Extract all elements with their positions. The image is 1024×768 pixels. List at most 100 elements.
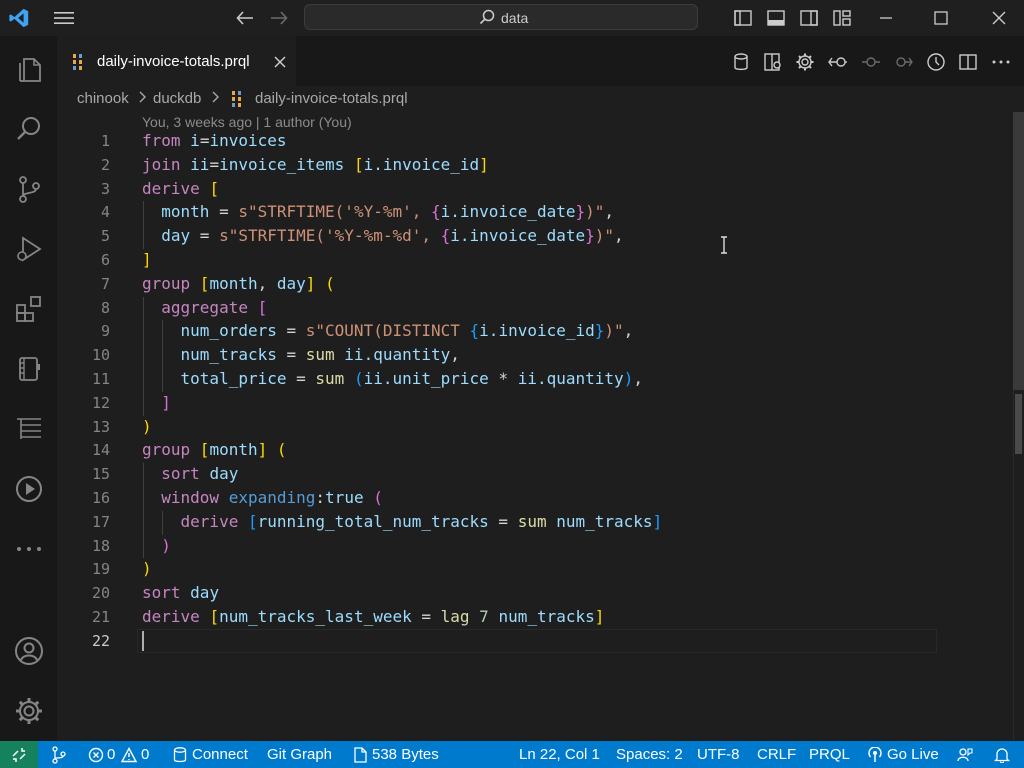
code-line[interactable]: aggregate [	[142, 298, 267, 317]
search-icon[interactable]	[0, 105, 57, 153]
error-icon[interactable]	[87, 746, 105, 764]
code-token: lag	[440, 607, 480, 626]
code-line[interactable]: total_price = sum (ii.unit_price * ii.qu…	[142, 369, 643, 388]
code-token: =	[190, 226, 220, 245]
indent-guide	[143, 201, 144, 249]
warning-icon[interactable]	[120, 746, 138, 764]
vscode-logo[interactable]	[6, 6, 32, 30]
code-token: =	[209, 155, 220, 174]
database-icon[interactable]	[730, 52, 752, 72]
breadcrumb-item-root[interactable]: chinook	[77, 90, 129, 107]
back-arrow-icon[interactable]	[234, 8, 256, 28]
encoding[interactable]: UTF-8	[697, 746, 740, 763]
maximize-icon[interactable]	[929, 7, 953, 29]
command-center-search[interactable]: data	[304, 4, 698, 30]
code-line[interactable]: derive [running_total_num_tracks = sum n…	[142, 512, 663, 531]
code-token: ii.quantity	[517, 369, 624, 388]
run-debug-icon[interactable]	[0, 225, 57, 273]
indent-guide	[143, 463, 144, 558]
line-number: 2	[100, 156, 110, 174]
code-line[interactable]: )	[142, 417, 152, 436]
previous-change-icon[interactable]	[860, 52, 882, 72]
blame-annotation[interactable]: You, 3 weeks ago | 1 author (You)	[142, 114, 352, 130]
source-graph-icon[interactable]	[49, 745, 69, 765]
toggle-secondary-sidebar-icon[interactable]	[797, 7, 821, 29]
extensions-icon[interactable]	[0, 285, 57, 333]
customize-layout-icon[interactable]	[830, 7, 854, 29]
close-tab-icon[interactable]	[272, 54, 288, 70]
code-line[interactable]: )	[142, 536, 171, 555]
code-token: *	[488, 369, 518, 388]
code-line[interactable]: )	[142, 559, 152, 578]
code-line[interactable]: group [month, day] (	[142, 274, 335, 293]
code-token: [	[209, 179, 220, 198]
play-icon[interactable]	[0, 465, 57, 513]
code-line[interactable]: ]	[142, 250, 152, 269]
next-change-icon[interactable]	[892, 52, 914, 72]
code-line[interactable]: sort day	[142, 583, 219, 602]
code-line[interactable]: derive [	[142, 179, 219, 198]
cursor-position[interactable]: Ln 22, Col 1	[519, 746, 600, 763]
scrollbar-thumb[interactable]	[1013, 112, 1024, 390]
code-editor[interactable]: You, 3 weeks ago | 1 author (You) 123456…	[57, 112, 1024, 741]
warning-count[interactable]: 0	[141, 746, 149, 763]
code-token: day	[209, 464, 239, 483]
code-token: ]	[161, 393, 171, 412]
code-line[interactable]: derive [num_tracks_last_week = lag 7 num…	[142, 607, 604, 626]
indentation[interactable]: Spaces: 2	[616, 746, 683, 763]
breadcrumb-item-file[interactable]: daily-invoice-totals.prql	[255, 90, 408, 107]
open-changes-icon[interactable]	[827, 52, 849, 72]
code-token: s"COUNT(DISTINCT	[305, 321, 470, 340]
source-control-icon[interactable]	[0, 165, 57, 213]
git-graph-button[interactable]: Git Graph	[267, 746, 332, 763]
search-icon	[477, 8, 497, 26]
code-line[interactable]: join ii=invoice_items [i.invoice_id]	[142, 155, 489, 174]
code-line[interactable]: num_orders = s"COUNT(DISTINCT {i.invoice…	[142, 321, 634, 340]
code-line[interactable]: month = s"STRFTIME('%Y-%m', {i.invoice_d…	[142, 202, 614, 221]
error-count[interactable]: 0	[107, 746, 115, 763]
split-editor-icon[interactable]	[957, 52, 979, 72]
go-live-button[interactable]: Go Live	[887, 746, 939, 763]
toggle-panel-icon[interactable]	[764, 7, 788, 29]
code-token: [	[209, 607, 220, 626]
code-line[interactable]: sort day	[142, 464, 238, 483]
connect-button[interactable]: Connect	[192, 746, 248, 763]
test-tree-icon[interactable]	[0, 405, 57, 453]
code-token: i.invoice_id	[479, 321, 595, 340]
open-preview-icon[interactable]	[762, 52, 784, 72]
close-icon[interactable]	[987, 7, 1011, 29]
code-line[interactable]: from i=invoices	[142, 131, 287, 150]
code-line[interactable]: ]	[142, 393, 171, 412]
minimize-icon[interactable]	[874, 7, 898, 29]
forward-arrow-icon[interactable]	[268, 8, 290, 28]
code-line[interactable]: num_tracks = sum ii.quantity,	[142, 345, 460, 364]
file-size[interactable]: 538 Bytes	[372, 746, 439, 763]
notifications-bell-icon[interactable]	[993, 746, 1011, 764]
scrollbar-marker	[1015, 394, 1022, 454]
code-token: num_tracks	[498, 607, 595, 626]
code-line[interactable]: group [month] (	[142, 440, 287, 459]
code-line[interactable]: window expanding:true (	[142, 488, 383, 507]
notebook-icon[interactable]	[0, 345, 57, 393]
manage-gear-icon[interactable]	[0, 687, 57, 735]
text-cursor	[142, 631, 144, 651]
language-mode[interactable]: PRQL	[809, 746, 850, 763]
code-line[interactable]: day = s"STRFTIME('%Y-%m-%d', {i.invoice_…	[142, 226, 623, 245]
toggle-primary-sidebar-icon[interactable]	[731, 7, 755, 29]
code-token: :	[315, 488, 326, 507]
more-actions-icon[interactable]	[990, 52, 1012, 72]
account-icon[interactable]	[0, 627, 57, 675]
feedback-icon[interactable]	[956, 746, 974, 764]
menu-icon[interactable]	[52, 7, 76, 29]
explorer-icon[interactable]	[0, 45, 57, 93]
line-ending[interactable]: CRLF	[757, 746, 796, 763]
settings-gear-icon[interactable]	[794, 52, 816, 72]
code-token: (	[276, 440, 287, 459]
more-icon[interactable]	[0, 525, 57, 573]
remote-indicator[interactable]	[0, 741, 38, 768]
code-token: )	[623, 369, 634, 388]
line-number: 8	[100, 299, 110, 317]
breadcrumb-item-folder[interactable]: duckdb	[153, 90, 201, 107]
git-history-icon[interactable]	[925, 52, 947, 72]
tab-daily-invoice-totals[interactable]: daily-invoice-totals.prql	[57, 36, 296, 86]
